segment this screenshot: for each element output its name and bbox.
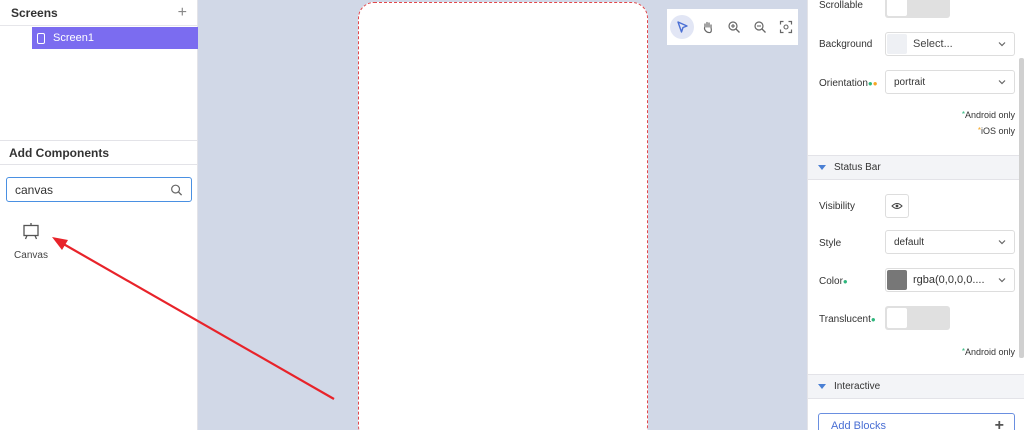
android-marker: ● <box>870 315 876 324</box>
hand-pan-icon[interactable] <box>696 15 720 39</box>
canvas-toolbar <box>667 9 798 45</box>
translucent-label: Translucent <box>819 314 871 325</box>
eye-icon <box>891 203 903 209</box>
color-select[interactable]: rgba(0,0,0,0.... <box>885 268 1015 292</box>
chevron-down-icon <box>998 278 1006 283</box>
interactive-title: Interactive <box>834 381 881 392</box>
left-panel: Screens + Screen1 Add Components Canvas <box>0 0 198 430</box>
background-swatch <box>887 34 907 54</box>
color-row: Color ● <box>819 276 848 287</box>
ios-marker: ● <box>872 79 878 88</box>
zoom-in-icon[interactable] <box>722 15 746 39</box>
style-row: Style <box>819 238 841 249</box>
screens-title: Screens <box>11 5 58 20</box>
chevron-down-icon <box>998 42 1006 47</box>
android-only-note-2: *Android only <box>961 347 1015 357</box>
chevron-down-icon <box>998 80 1006 85</box>
section-status-bar[interactable]: Status Bar <box>808 155 1024 180</box>
orientation-select[interactable]: portrait <box>885 70 1015 94</box>
component-search[interactable] <box>6 177 192 202</box>
search-input[interactable] <box>15 182 170 197</box>
visibility-button[interactable] <box>885 194 909 218</box>
orientation-row: Orientation ● ● <box>819 78 878 89</box>
ios-only-note: *iOS only <box>977 126 1015 136</box>
translucent-toggle[interactable] <box>885 306 950 330</box>
style-select[interactable]: default <box>885 230 1015 254</box>
triangle-down-icon <box>818 384 826 389</box>
scrollable-label: Scrollable <box>819 0 863 11</box>
add-screen-icon[interactable]: + <box>178 4 187 21</box>
background-row: Background <box>819 39 872 50</box>
screen-item-screen1[interactable]: Screen1 <box>32 27 198 49</box>
zoom-fit-icon[interactable] <box>774 15 798 39</box>
section-interactive[interactable]: Interactive <box>808 374 1024 399</box>
screen-item-label: Screen1 <box>53 32 94 44</box>
color-swatch <box>887 270 907 290</box>
scrollable-row: Scrollable <box>819 0 863 11</box>
background-label: Background <box>819 39 873 50</box>
background-value: Select... <box>913 38 953 50</box>
phone-icon <box>37 32 45 44</box>
translucent-row: Translucent ● <box>819 314 876 325</box>
add-blocks-button[interactable]: Add Blocks + <box>818 413 1015 430</box>
design-canvas-area[interactable] <box>198 0 807 430</box>
toggle-knob <box>887 308 907 328</box>
android-only-note: *Android only <box>961 110 1015 120</box>
add-components-header: Add Components <box>0 140 198 165</box>
canvas-icon <box>23 223 39 240</box>
color-value: rgba(0,0,0,0.... <box>913 274 985 286</box>
component-canvas-label: Canvas <box>14 250 48 261</box>
component-canvas[interactable]: Canvas <box>14 222 48 261</box>
triangle-down-icon <box>818 165 826 170</box>
chevron-down-icon <box>998 240 1006 245</box>
color-label: Color <box>819 276 843 287</box>
style-value: default <box>894 236 925 248</box>
plus-icon: + <box>994 417 1004 430</box>
scrollable-toggle[interactable] <box>885 0 950 18</box>
orientation-value: portrait <box>894 76 926 88</box>
status-bar-title: Status Bar <box>834 162 881 173</box>
visibility-row: Visibility <box>819 201 855 212</box>
style-label: Style <box>819 238 842 249</box>
visibility-label: Visibility <box>819 201 855 212</box>
add-blocks-label: Add Blocks <box>831 420 887 430</box>
android-marker: ● <box>842 277 848 286</box>
screens-header: Screens + <box>0 0 197 26</box>
select-pointer-icon[interactable] <box>670 15 694 39</box>
device-preview[interactable] <box>358 2 648 430</box>
orientation-label: Orientation <box>819 78 868 89</box>
properties-panel: Scrollable Background Select... Orientat… <box>807 0 1024 430</box>
zoom-out-icon[interactable] <box>748 15 772 39</box>
scrollbar[interactable] <box>1019 58 1024 358</box>
background-select[interactable]: Select... <box>885 32 1015 56</box>
toggle-knob <box>887 0 907 16</box>
search-icon <box>171 184 183 196</box>
